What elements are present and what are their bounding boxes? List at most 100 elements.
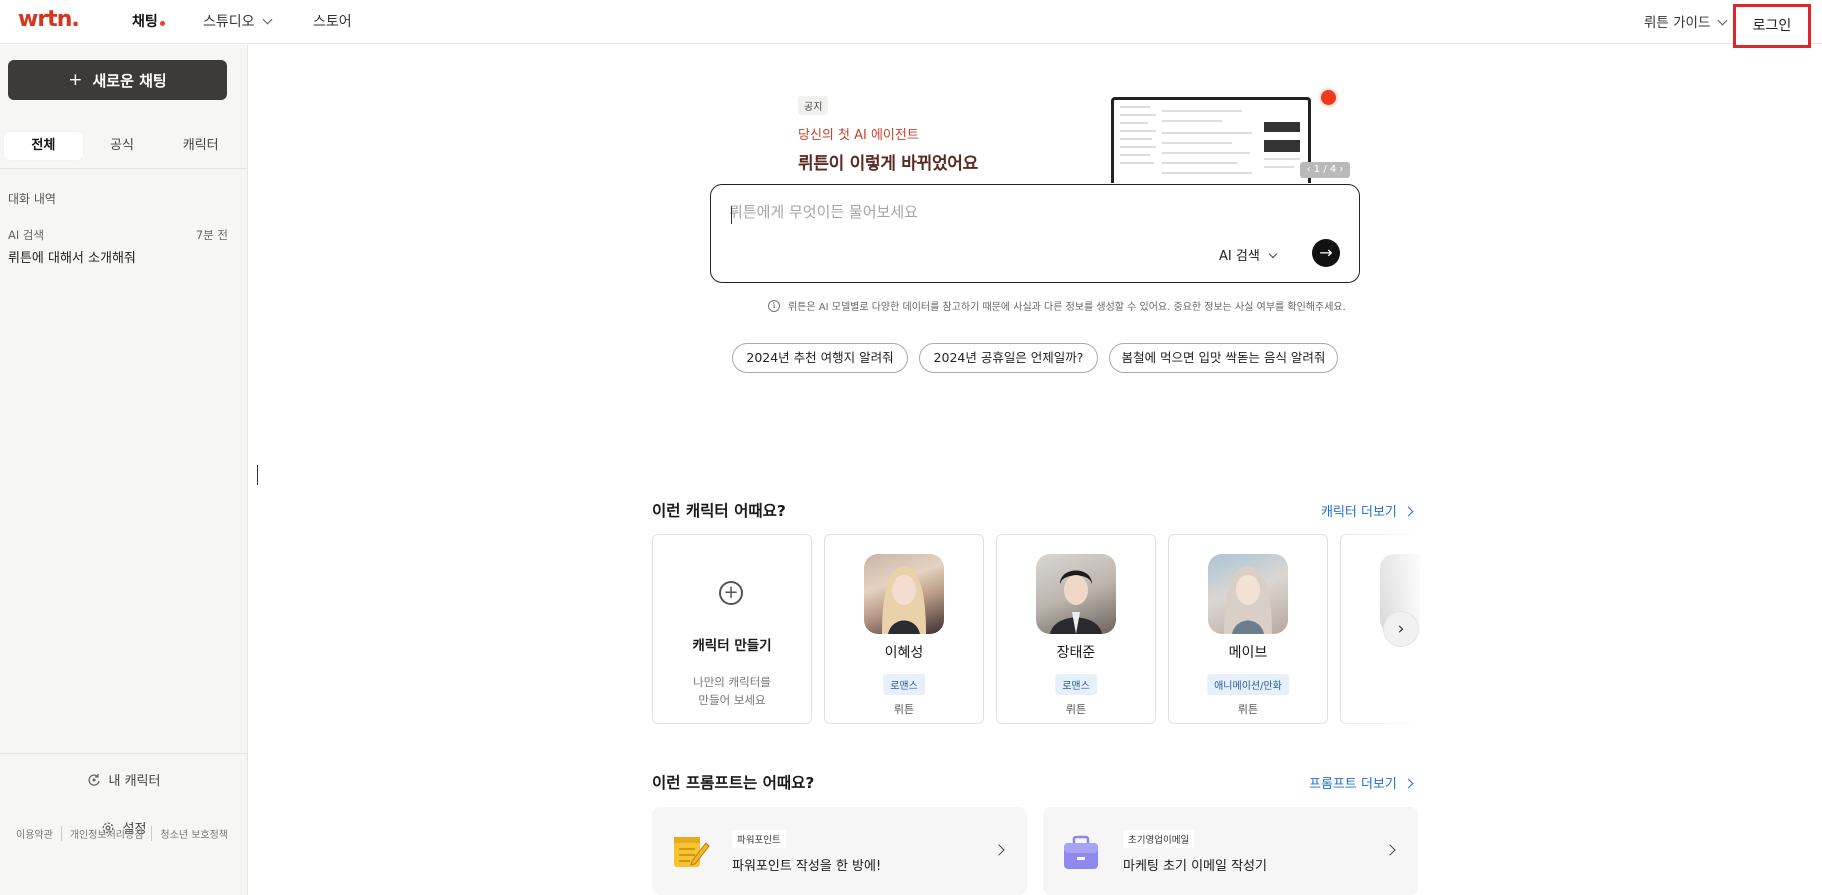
create-character-card[interactable]: + 캐릭터 만들기 나만의 캐릭터를 만들어 보세요: [652, 534, 812, 724]
login-label: 로그인: [1752, 18, 1792, 34]
suggestion-chip[interactable]: 봄철에 먹으면 입맛 싹돋는 음식 알려줘: [1109, 343, 1338, 373]
history-title: 뤼튼에 대해서 소개해줘: [8, 251, 136, 266]
my-character-button[interactable]: 내 캐릭터: [0, 770, 247, 789]
prompts-more-label: 프롬프트 더보기: [1309, 777, 1397, 792]
character-tag: 애니메이션/만화: [1207, 674, 1289, 695]
chevron-right-icon: [1384, 844, 1396, 856]
character-author: 뤼튼: [1237, 703, 1259, 716]
tab-all[interactable]: 전체: [4, 132, 83, 160]
prompt-tag: 초기영업이메일: [1123, 830, 1195, 848]
wrtn-logo[interactable]: wrtn.: [18, 7, 80, 32]
nav-studio[interactable]: 스튜디오: [203, 11, 272, 31]
chevron-down-icon: [262, 14, 272, 25]
history-category: AI 검색: [8, 228, 45, 242]
history-item[interactable]: AI 검색 7분 전 뤼튼에 대해서 소개해줘: [8, 227, 228, 266]
prompt-title: 파워포인트 작성을 한 방에!: [732, 859, 882, 874]
character-avatar: [864, 554, 944, 634]
prompt-card[interactable]: 초기영업이메일 마케팅 초기 이메일 작성기: [1043, 807, 1418, 895]
prompts-more-link[interactable]: 프롬프트 더보기: [1309, 773, 1414, 792]
footer-links: 이용약관 개인정보처리방침 청소년 보호정책: [16, 826, 236, 841]
tab-official[interactable]: 공식: [83, 132, 162, 160]
notification-dot: [1321, 90, 1336, 105]
history-label: 대화 내역: [8, 192, 56, 206]
youth-policy-link[interactable]: 청소년 보호정책: [151, 826, 236, 841]
send-button[interactable]: →: [1312, 239, 1340, 267]
suggestion-chip[interactable]: 2024년 추천 여행지 알려줘: [732, 343, 908, 373]
info-icon: i: [768, 299, 780, 312]
suggestion-chip[interactable]: 2024년 공휴일은 언제일까?: [919, 343, 1098, 373]
new-chat-label: 새로운 채팅: [92, 71, 167, 90]
nav-studio-label: 스튜디오: [203, 14, 255, 30]
chevron-down-icon: [1717, 15, 1728, 26]
nav-store-label: 스토어: [313, 14, 352, 30]
create-desc-line: 나만의 캐릭터를: [693, 675, 771, 689]
character-avatar: [1208, 554, 1288, 634]
chevron-down-icon: [1268, 249, 1278, 259]
plus-circle-icon: +: [719, 581, 743, 605]
character-avatar: [1036, 554, 1116, 634]
text-cursor: [257, 465, 258, 485]
search-mode-label: AI 검색: [1219, 249, 1260, 264]
login-button[interactable]: 로그인: [1733, 4, 1811, 48]
prompt-tag: 파워포인트: [732, 830, 786, 848]
arrow-right-icon: →: [1319, 243, 1333, 262]
character-card[interactable]: 메이브 애니메이션/만화 뤼튼: [1168, 534, 1328, 724]
prompts-section-title: 이런 프롬프트는 어때요?: [652, 774, 815, 792]
search-mode-select[interactable]: AI 검색: [1219, 245, 1278, 264]
character-name: 장태준: [1056, 645, 1096, 661]
character-card[interactable]: 이혜성 로맨스 뤼튼: [824, 534, 984, 724]
ask-box: AI 검색 →: [710, 184, 1360, 283]
notice-preview-image: [1111, 97, 1311, 183]
disclaimer-text: 뤼튼은 AI 모델별로 다양한 데이터를 참고하기 때문에 사실과 다른 정보를…: [788, 302, 1346, 313]
characters-section-title: 이런 캐릭터 어때요?: [652, 502, 786, 520]
new-chat-button[interactable]: + 새로운 채팅: [8, 60, 227, 100]
my-character-label: 내 캐릭터: [108, 774, 161, 789]
privacy-link[interactable]: 개인정보처리방침: [60, 826, 152, 841]
nav-store[interactable]: 스토어: [313, 11, 352, 31]
portrait-illustration: [882, 566, 926, 634]
character-author: 뤼튼: [893, 703, 915, 716]
character-name: 메이브: [1228, 645, 1268, 661]
nav-chat[interactable]: 채팅: [132, 11, 165, 31]
character-card[interactable]: 장태준 로맨스 뤼튼: [996, 534, 1156, 724]
character-tag: 로맨스: [1055, 674, 1097, 695]
guide-label: 뤼튼 가이드: [1644, 15, 1711, 31]
create-character-desc: 나만의 캐릭터를 만들어 보세요: [653, 673, 811, 709]
sidebar-tabs: 전체 공식 캐릭터: [4, 132, 240, 160]
prompt-title: 마케팅 초기 이메일 작성기: [1123, 859, 1267, 874]
notice-pager[interactable]: ‹ 1 / 4 ›: [1300, 162, 1350, 178]
input-caret: [731, 206, 732, 224]
notice-subtitle: 당신의 첫 AI 에이전트: [798, 128, 919, 143]
character-author: 뤼튼: [1065, 703, 1087, 716]
chevron-right-icon: [1403, 778, 1414, 789]
guide-dropdown[interactable]: 뤼튼 가이드: [1644, 11, 1728, 31]
plus-icon: +: [68, 70, 83, 90]
chevron-right-icon: ›: [1397, 619, 1405, 639]
disclaimer: i 뤼튼은 AI 모델별로 다양한 데이터를 참고하기 때문에 사실과 다른 정…: [768, 298, 1346, 313]
refresh-user-icon: [87, 774, 100, 786]
briefcase-icon: [1064, 835, 1098, 869]
character-tag: 로맨스: [883, 674, 925, 695]
sidebar: + 새로운 채팅 전체 공식 캐릭터 대화 내역 AI 검색 7분 전 뤼튼에 …: [0, 45, 248, 895]
chevron-right-icon: [1403, 506, 1414, 517]
portrait-illustration: [1050, 570, 1102, 634]
notepad-pencil-icon: [674, 837, 710, 867]
nav-chat-label: 채팅: [132, 14, 158, 30]
sidebar-bottom-divider: [0, 753, 247, 754]
sidebar-divider: [0, 168, 247, 169]
ask-input[interactable]: [729, 203, 1329, 221]
portrait-illustration: [1224, 566, 1272, 634]
notice-banner[interactable]: 공지 당신의 첫 AI 에이전트 뤼튼이 이렇게 바뀌었어요: [798, 95, 978, 174]
character-name: 이혜성: [884, 645, 924, 661]
characters-more-label: 캐릭터 더보기: [1321, 505, 1397, 520]
create-character-title: 캐릭터 만들기: [692, 638, 772, 654]
history-time: 7분 전: [195, 228, 228, 242]
prompt-card[interactable]: 파워포인트 파워포인트 작성을 한 방에!: [652, 807, 1027, 895]
top-bar: wrtn. 채팅 스튜디오 스토어 뤼튼 가이드: [0, 0, 1822, 44]
tab-character[interactable]: 캐릭터: [161, 132, 240, 160]
new-indicator-dot: [159, 21, 165, 26]
characters-more-link[interactable]: 캐릭터 더보기: [1321, 501, 1414, 520]
terms-link[interactable]: 이용약관: [16, 826, 61, 841]
notice-badge: 공지: [798, 96, 829, 115]
carousel-next-button[interactable]: ›: [1383, 611, 1419, 647]
